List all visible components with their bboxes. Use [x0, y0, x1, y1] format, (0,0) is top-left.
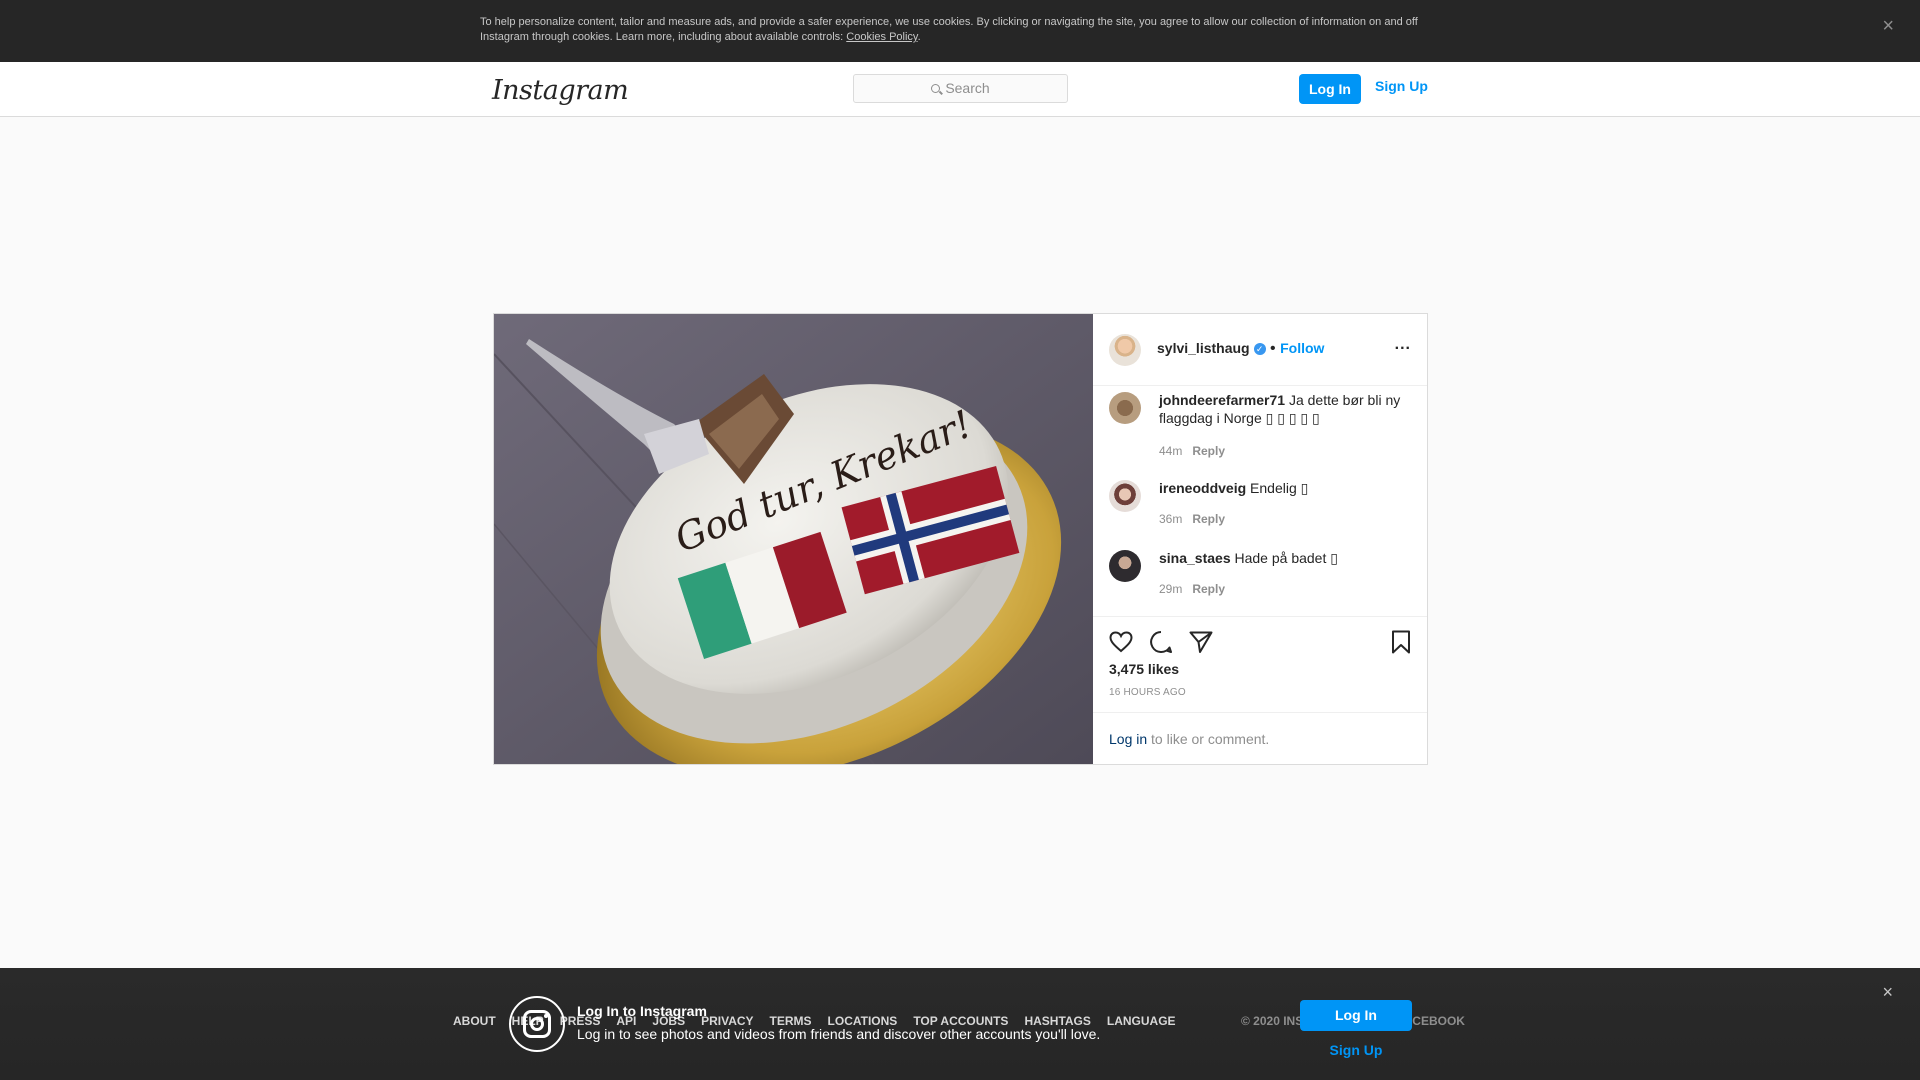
comment-text: Hade på badet ▯ — [1234, 550, 1338, 566]
comment-meta: 29m Reply — [1159, 582, 1225, 596]
reply-button[interactable]: Reply — [1192, 444, 1225, 458]
cookie-banner: To help personalize content, tailor and … — [0, 0, 1920, 62]
cookie-text: To help personalize content, tailor and … — [480, 16, 1418, 43]
signup-link[interactable]: Sign Up — [1375, 78, 1428, 94]
cookies-policy-link[interactable]: Cookies Policy — [846, 31, 917, 43]
cake-photo-illustration: God tur, Krekar! — [494, 314, 1093, 764]
more-options-icon[interactable]: ... — [1395, 336, 1411, 354]
comment-meta: 44m Reply — [1159, 444, 1225, 458]
post-author: sylvi_listhaug ✓ • Follow — [1157, 340, 1324, 358]
reply-button[interactable]: Reply — [1192, 582, 1225, 596]
follow-button[interactable]: Follow — [1280, 340, 1324, 356]
comment-text: Endelig ▯ — [1250, 480, 1309, 496]
bottom-bar-subtitle: Log in to see photos and videos from fri… — [577, 1026, 1101, 1042]
post-header: sylvi_listhaug ✓ • Follow ... — [1093, 314, 1427, 386]
bookmark-icon[interactable] — [1388, 629, 1414, 655]
comment-body: johndeerefarmer71 Ja dette bør bli ny fl… — [1159, 391, 1415, 427]
comment-username[interactable]: ireneoddveig — [1159, 480, 1246, 496]
bottom-bar-title: Log In to Instagram — [577, 1003, 707, 1019]
comment-avatar[interactable] — [1109, 550, 1141, 582]
share-icon[interactable] — [1188, 629, 1214, 655]
login-prompt-text: to like or comment. — [1147, 731, 1270, 747]
footer-link-language[interactable]: LANGUAGE — [1107, 1014, 1176, 1028]
search-placeholder: Search — [945, 80, 990, 96]
cookie-close-icon[interactable]: × — [1882, 16, 1894, 36]
instagram-camera-icon — [509, 996, 565, 1052]
comment-time: 29m — [1159, 582, 1183, 596]
cookie-message: To help personalize content, tailor and … — [480, 16, 1418, 43]
login-prompt: Log in to like or comment. — [1093, 712, 1427, 764]
comment-avatar[interactable] — [1109, 392, 1141, 424]
post-card: God tur, Krekar! sylvi_listhaug ✓ • Foll… — [493, 313, 1428, 765]
footer-link-about[interactable]: ABOUT — [453, 1014, 496, 1028]
search-input[interactable]: Search — [853, 74, 1068, 103]
author-avatar[interactable] — [1109, 334, 1141, 366]
comment-icon[interactable] — [1148, 629, 1174, 655]
post-sidebar: sylvi_listhaug ✓ • Follow ... johndeerefa… — [1093, 314, 1427, 764]
bottom-signup-link[interactable]: Sign Up — [1300, 1042, 1412, 1058]
comment-avatar[interactable] — [1109, 480, 1141, 512]
comment-username[interactable]: sina_staes — [1159, 550, 1231, 566]
comment-meta: 36m Reply — [1159, 512, 1225, 526]
comment-time: 44m — [1159, 444, 1183, 458]
heart-icon[interactable] — [1108, 629, 1134, 655]
post-actions: 3,475 likes 16 HOURS AGO — [1093, 616, 1427, 712]
comment-username[interactable]: johndeerefarmer71 — [1159, 392, 1285, 408]
top-navigation: Instagram Search Log In Sign Up — [0, 62, 1920, 117]
comments-list: johndeerefarmer71 Ja dette bør bli ny fl… — [1093, 386, 1427, 616]
login-button[interactable]: Log In — [1299, 74, 1361, 104]
bottom-bar-close-icon[interactable]: × — [1882, 982, 1893, 1003]
login-link[interactable]: Log in — [1109, 731, 1147, 747]
post-photo[interactable]: God tur, Krekar! — [494, 314, 1093, 764]
author-username[interactable]: sylvi_listhaug — [1157, 340, 1250, 356]
post-timestamp[interactable]: 16 HOURS AGO — [1109, 687, 1186, 698]
comment-time: 36m — [1159, 512, 1183, 526]
verified-badge-icon: ✓ — [1253, 342, 1266, 355]
reply-button[interactable]: Reply — [1192, 512, 1225, 526]
separator-dot: • — [1270, 340, 1276, 357]
bottom-login-button[interactable]: Log In — [1300, 1000, 1412, 1031]
search-icon — [931, 83, 941, 93]
comment-body: ireneoddveig Endelig ▯ — [1159, 479, 1415, 497]
comment-body: sina_staes Hade på badet ▯ — [1159, 549, 1415, 567]
likes-count[interactable]: 3,475 likes — [1109, 661, 1179, 677]
instagram-logo[interactable]: Instagram — [492, 75, 629, 106]
